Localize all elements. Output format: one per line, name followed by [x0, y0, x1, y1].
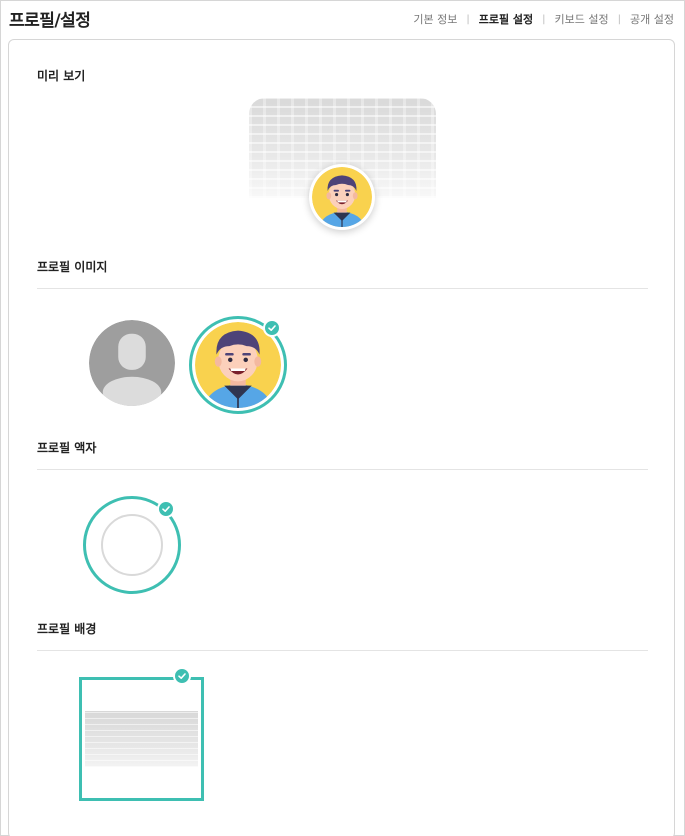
divider	[37, 288, 648, 289]
tab-basic-info[interactable]: 기본 정보	[413, 11, 457, 27]
divider	[37, 469, 648, 470]
window: 프로필/설정 기본 정보 | 프로필 설정 | 키보드 설정 | 공개 설정 미…	[0, 0, 685, 836]
check-icon	[263, 319, 281, 337]
check-icon	[173, 667, 191, 685]
tab-separator: |	[617, 13, 622, 25]
profile-background-title: 프로필 배경	[37, 622, 97, 636]
boy-avatar-icon	[312, 167, 372, 227]
preview-title: 미리 보기	[37, 69, 86, 83]
settings-card: 미리 보기 프로필 이미지 프로필 액자 프로필 배경	[8, 39, 675, 836]
profile-frame-title: 프로필 액자	[37, 441, 97, 455]
preview-avatar	[309, 164, 375, 230]
tab-keyboard-settings[interactable]: 키보드 설정	[555, 11, 609, 27]
page-title: 프로필/설정	[9, 11, 91, 31]
background-thumbnail	[85, 711, 198, 767]
tab-bar: 기본 정보 | 프로필 설정 | 키보드 설정 | 공개 설정	[413, 11, 674, 27]
frame-inner-circle	[101, 514, 163, 576]
profile-background-option[interactable]	[79, 677, 204, 801]
tab-profile-settings[interactable]: 프로필 설정	[479, 11, 533, 27]
tab-separator: |	[542, 13, 546, 25]
profile-image-title: 프로필 이미지	[37, 260, 108, 274]
check-icon	[157, 500, 175, 518]
user-placeholder-icon	[89, 320, 175, 406]
profile-image-option-default[interactable]	[89, 320, 175, 406]
tab-separator: |	[466, 13, 470, 25]
divider	[37, 650, 648, 651]
tab-privacy-settings[interactable]: 공개 설정	[630, 11, 674, 27]
